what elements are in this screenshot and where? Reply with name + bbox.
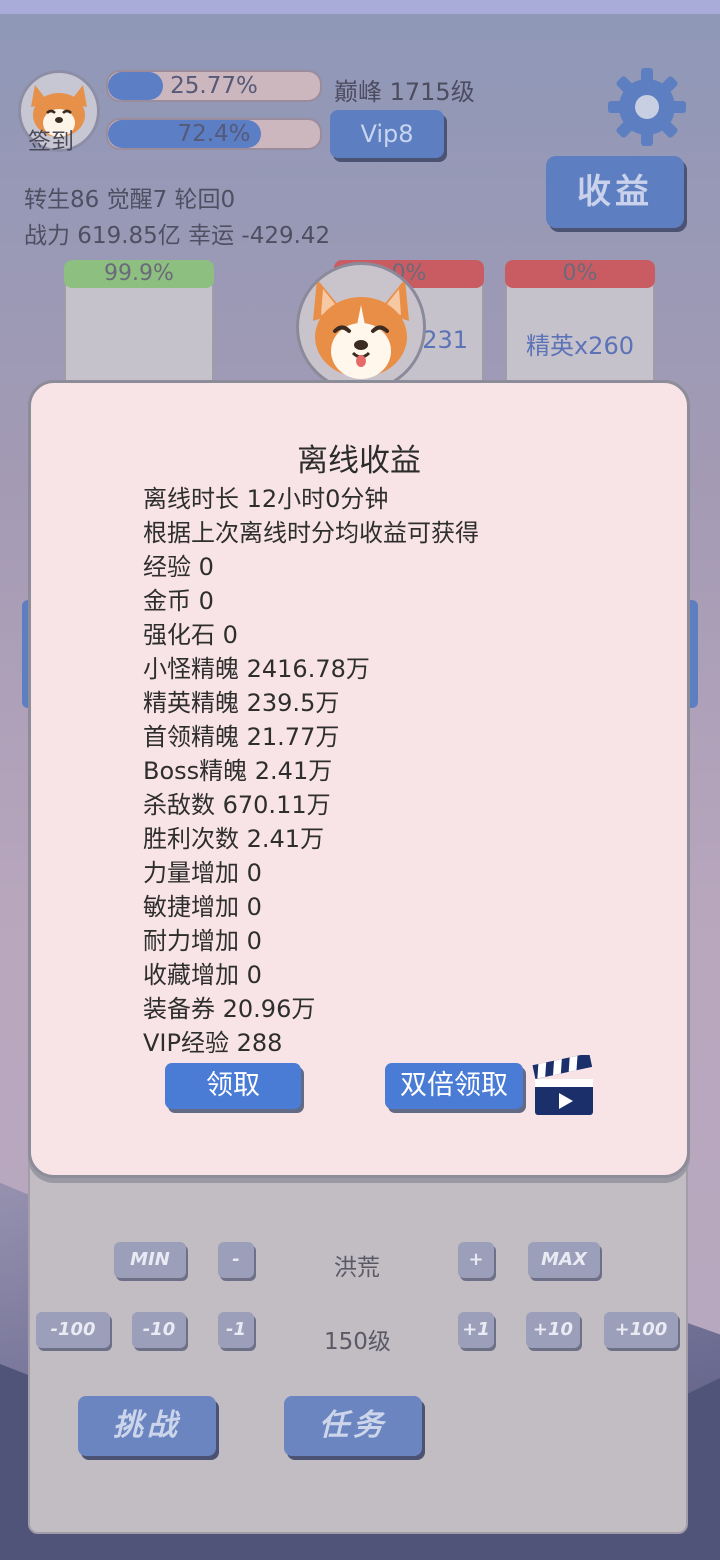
elite-card[interactable]: 0% 精英x260: [505, 260, 655, 396]
rebirth-stats: 转生86 觉醒7 轮回0: [24, 187, 236, 213]
income-button[interactable]: 收益: [546, 156, 684, 228]
stage-level: 150级: [324, 1329, 391, 1355]
exp-progress-text: 25.77%: [170, 73, 258, 99]
power-luck-stats: 战力 619.85亿 幸运 -429.42: [24, 223, 331, 249]
level-minus-100-button[interactable]: -100: [36, 1312, 110, 1348]
region-name: 洪荒: [334, 1255, 380, 1281]
double-claim-button[interactable]: 双倍领取: [385, 1063, 523, 1109]
dialog-line: 小怪精魄 2416.78万: [143, 655, 370, 683]
region-minus-button[interactable]: -: [218, 1242, 254, 1278]
settings-gear-icon[interactable]: [606, 66, 688, 148]
dialog-line: 离线时长 12小时0分钟: [143, 485, 389, 513]
secondary-progress-text: 72.4%: [177, 121, 251, 147]
dialog-line: 根据上次离线时分均收益可获得: [143, 519, 479, 547]
corgi-mascot[interactable]: [296, 262, 426, 392]
vip-button[interactable]: Vip8: [330, 110, 444, 158]
region-plus-button[interactable]: +: [458, 1242, 494, 1278]
dialog-line: 装备券 20.96万: [143, 995, 316, 1023]
sign-in-label[interactable]: 签到: [28, 122, 74, 156]
card-label: 精英x260: [525, 332, 634, 360]
corgi-face-icon: [313, 279, 409, 379]
dialog-line: 收藏增加 0: [143, 961, 262, 989]
card-progress-header: 0%: [505, 260, 655, 288]
dialog-line: 经验 0: [143, 553, 214, 581]
offline-income-dialog: 离线收益 离线时长 12小时0分钟 根据上次离线时分均收益可获得 经验 0 金币…: [28, 380, 690, 1178]
dialog-line: 精英精魄 239.5万: [143, 689, 340, 717]
max-button[interactable]: MAX: [528, 1242, 600, 1278]
level-plus-10-button[interactable]: +10: [526, 1312, 580, 1348]
dialog-line: 杀敌数 670.11万: [143, 791, 331, 819]
dialog-line: 胜利次数 2.41万: [143, 825, 325, 853]
status-strip: [0, 0, 720, 14]
secondary-progress-bar: 72.4%: [106, 118, 322, 150]
video-ad-clapperboard-icon[interactable]: [531, 1055, 597, 1119]
level-plus-100-button[interactable]: +100: [604, 1312, 678, 1348]
exp-progress-bar: 25.77%: [106, 70, 322, 102]
dialog-line: VIP经验 288: [143, 1029, 283, 1057]
task-button[interactable]: 任务: [284, 1396, 422, 1456]
card-progress-header: 99.9%: [64, 260, 214, 288]
dialog-line: 耐力增加 0: [143, 927, 262, 955]
dialog-line: 强化石 0: [143, 621, 238, 649]
dialog-line: 敏捷增加 0: [143, 893, 262, 921]
dialog-line: 金币 0: [143, 587, 214, 615]
challenge-button[interactable]: 挑战: [78, 1396, 216, 1456]
dialog-title: 离线收益: [297, 443, 421, 479]
peak-level: 巅峰 1715级: [334, 78, 475, 106]
level-minus-10-button[interactable]: -10: [132, 1312, 186, 1348]
level-minus-1-button[interactable]: -1: [218, 1312, 254, 1348]
dialog-line: Boss精魄 2.41万: [143, 757, 333, 785]
dialog-line: 首领精魄 21.77万: [143, 723, 340, 751]
monster-card-1[interactable]: 99.9%: [64, 260, 214, 396]
claim-button[interactable]: 领取: [165, 1063, 301, 1109]
dialog-line: 力量增加 0: [143, 859, 262, 887]
min-button[interactable]: MIN: [114, 1242, 186, 1278]
level-plus-1-button[interactable]: +1: [458, 1312, 494, 1348]
